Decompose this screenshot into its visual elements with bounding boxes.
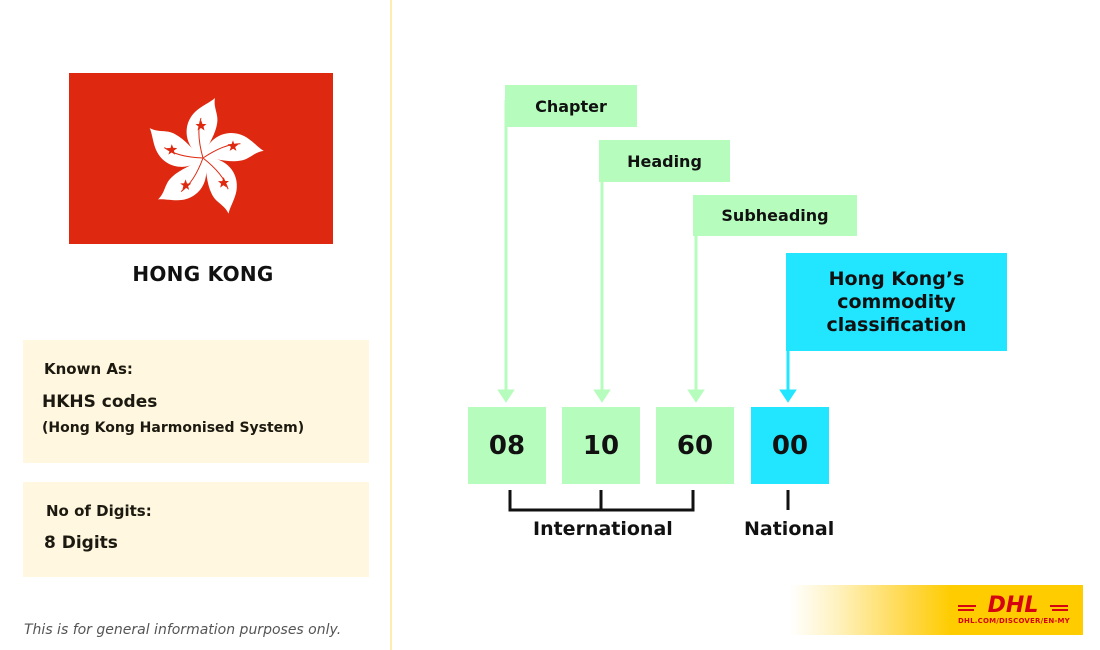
- digit-box-national: 00: [751, 407, 829, 484]
- known-as-card: Known As: HKHS codes (Hong Kong Harmonis…: [23, 340, 369, 463]
- dhl-banner[interactable]: DHL DHL.COM/DISCOVER/EN-MY: [790, 585, 1083, 635]
- known-as-subtext: (Hong Kong Harmonised System): [42, 420, 305, 436]
- subheading-label: Subheading: [693, 195, 857, 236]
- digit-box-subheading: 60: [656, 407, 734, 484]
- international-label: International: [533, 518, 673, 540]
- known-as-label: Known As:: [44, 360, 133, 378]
- heading-arrow-head: [593, 389, 611, 403]
- national-classification-label: Hong Kong’s commodity classification: [786, 253, 1007, 351]
- chapter-label: Chapter: [505, 85, 637, 127]
- digit-box-heading: 10: [562, 407, 640, 484]
- subheading-arrow-head: [687, 389, 705, 403]
- digits-label: No of Digits:: [46, 502, 152, 520]
- bauhinia-flower-icon: [140, 98, 266, 217]
- international-bracket: [508, 490, 695, 512]
- national-arrow-head: [779, 389, 797, 403]
- dhl-wordmark: DHL: [988, 593, 1039, 615]
- heading-label: Heading: [599, 140, 730, 182]
- hong-kong-flag: [69, 73, 333, 244]
- digits-card: No of Digits: 8 Digits: [23, 482, 369, 577]
- dhl-url[interactable]: DHL.COM/DISCOVER/EN-MY: [958, 617, 1070, 625]
- digits-value: 8 Digits: [44, 533, 118, 553]
- country-name: HONG KONG: [132, 262, 274, 286]
- disclaimer-text: This is for general information purposes…: [24, 622, 342, 638]
- dhl-logo-icon: DHL: [958, 593, 1068, 615]
- digit-box-chapter: 08: [468, 407, 546, 484]
- known-as-value: HKHS codes: [42, 392, 158, 412]
- panel-divider: [390, 0, 392, 650]
- national-label: National: [744, 518, 835, 540]
- chapter-arrow-head: [497, 389, 515, 403]
